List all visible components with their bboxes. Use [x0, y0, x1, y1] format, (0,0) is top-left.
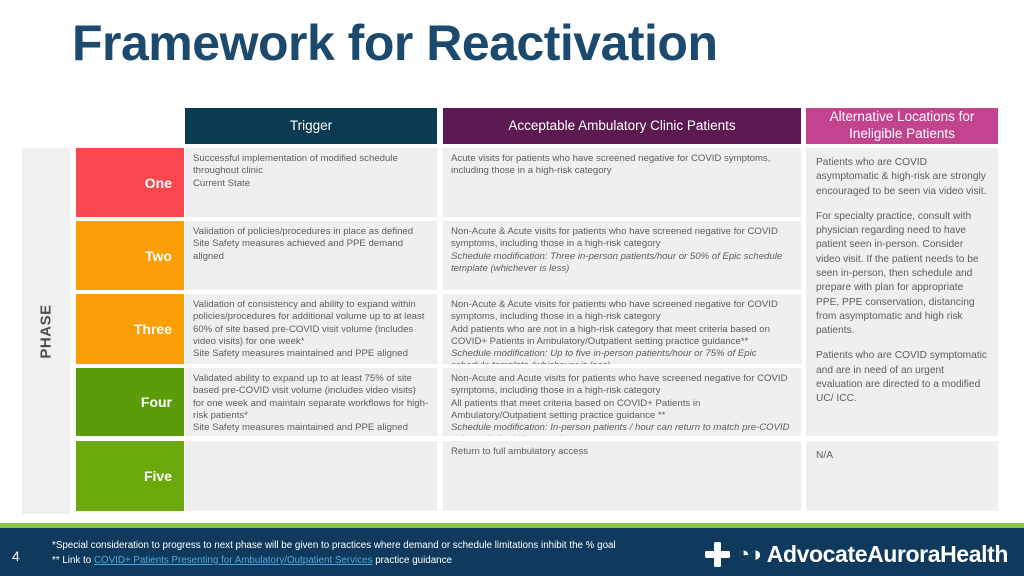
alternative-cell-phase-five: N/A [806, 441, 998, 511]
advocate-aurora-health-logo: ◔◑ AdvocateAuroraHealth [705, 541, 1008, 568]
trigger-line: Site Safety measures achieved and PPE de… [193, 238, 404, 262]
alternative-paragraph: Patients who are COVID symptomatic and a… [816, 350, 987, 405]
footer-bar: 4 *Special consideration to progress to … [0, 528, 1024, 576]
acceptable-cell-four: Non-Acute and Acute visits for patients … [443, 368, 801, 436]
phase-axis-label: PHASE [22, 148, 70, 514]
trigger-cell-two: Validation of policies/procedures in pla… [185, 221, 437, 290]
trigger-line: Successful implementation of modified sc… [193, 153, 398, 177]
trigger-line: Site Safety measures maintained and PPE … [193, 422, 408, 434]
footnote-one: *Special consideration to progress to ne… [52, 539, 616, 551]
page-number: 4 [12, 548, 20, 564]
trigger-line: Validation of consistency and ability to… [193, 299, 425, 347]
medical-cross-icon [705, 542, 731, 567]
acceptable-line: Non-Acute and Acute visits for patients … [451, 373, 788, 397]
column-header-acceptable-patients: Acceptable Ambulatory Clinic Patients [443, 108, 801, 144]
logo-wordmark: AdvocateAuroraHealth [766, 541, 1009, 567]
column-header-alternative-locations: Alternative Locations for Ineligible Pat… [806, 108, 998, 144]
trigger-line: Site Safety measures maintained and PPE … [193, 348, 408, 360]
acceptable-cell-three: Non-Acute & Acute visits for patients wh… [443, 294, 801, 364]
acceptable-cell-two: Non-Acute & Acute visits for patients wh… [443, 221, 801, 290]
acceptable-line: Non-Acute & Acute visits for patients wh… [451, 226, 778, 250]
acceptable-line: Schedule modification: Three in-person p… [451, 250, 783, 274]
trigger-cell-four: Validated ability to expand up to at lea… [185, 368, 437, 436]
alternative-paragraph: For specialty practice, consult with phy… [816, 210, 979, 337]
phase-chip-five: Five [76, 441, 184, 511]
trigger-line: Validated ability to expand up to at lea… [193, 373, 429, 421]
slide-root: Framework for Reactivation Trigger Accep… [0, 0, 1024, 576]
trigger-line: Validation of policies/procedures in pla… [193, 226, 414, 237]
phase-chip-three: Three [76, 294, 184, 364]
footnote-two: ** Link to COVID+ Patients Presenting fo… [52, 553, 616, 568]
footnote-two-suffix: practice guidance [372, 554, 452, 566]
page-title: Framework for Reactivation [72, 15, 718, 71]
acceptable-line: Non-Acute & Acute visits for patients wh… [451, 299, 778, 323]
phase-chip-four: Four [76, 368, 184, 436]
swirl-icon: ◔◑ [737, 543, 761, 566]
alternative-paragraph: Patients who are COVID asymptomatic & hi… [816, 157, 987, 197]
alternative-cell-phases-one-to-four: Patients who are COVID asymptomatic & hi… [806, 148, 998, 436]
trigger-cell-one: Successful implementation of modified sc… [185, 148, 437, 217]
acceptable-line: All patients that meet criteria based on… [451, 397, 701, 421]
phase-chip-two: Two [76, 221, 184, 290]
trigger-line: Current State [193, 177, 251, 189]
footnote-two-prefix: ** Link to [52, 554, 94, 566]
footnotes: *Special consideration to progress to ne… [52, 538, 616, 568]
acceptable-cell-one: Acute visits for patients who have scree… [443, 148, 801, 217]
acceptable-line: Schedule modification: Up to five in-per… [451, 348, 757, 364]
alternative-paragraph: N/A [816, 450, 833, 461]
acceptable-cell-five: Return to full ambulatory access [443, 441, 801, 511]
trigger-cell-five [185, 441, 437, 511]
phase-chip-one: One [76, 148, 184, 217]
acceptable-line: Add patients who are not in a high-risk … [451, 323, 770, 347]
column-header-trigger: Trigger [185, 108, 437, 144]
acceptable-line: Acute visits for patients who have scree… [451, 153, 771, 177]
acceptable-line: Return to full ambulatory access [451, 446, 589, 457]
phase-axis-label-text: PHASE [37, 303, 55, 359]
acceptable-line: Schedule modification: In-person patient… [451, 422, 790, 436]
trigger-cell-three: Validation of consistency and ability to… [185, 294, 437, 364]
covid-practice-guidance-link[interactable]: COVID+ Patients Presenting for Ambulator… [94, 555, 373, 566]
